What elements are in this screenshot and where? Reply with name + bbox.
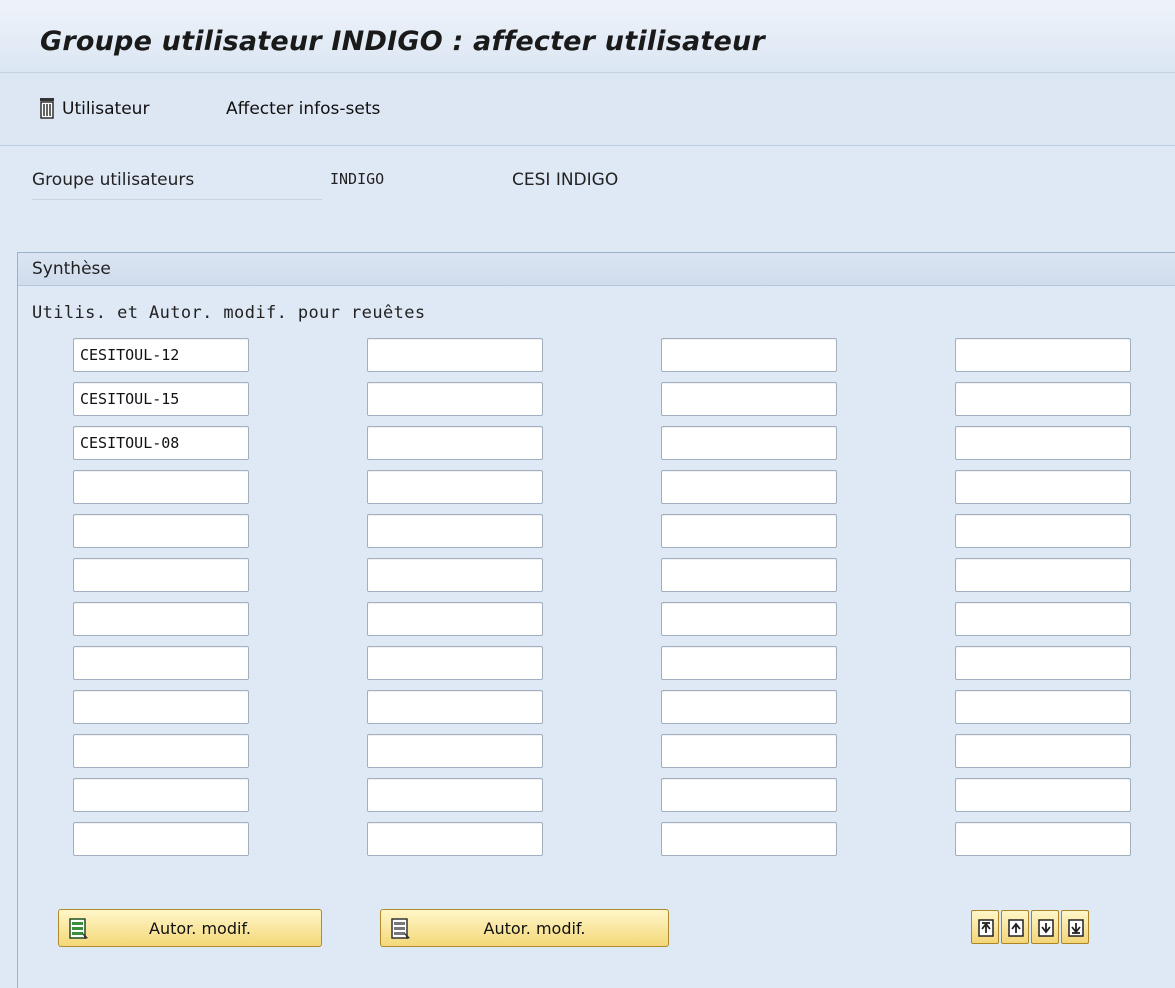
user-input-cell[interactable]: CESITOUL-08 — [73, 426, 249, 460]
user-input-cell[interactable] — [661, 734, 837, 768]
group-header: Groupe utilisateurs INDIGO CESI INDIGO — [0, 170, 1175, 210]
user-input-cell[interactable] — [955, 778, 1131, 812]
user-input-cell[interactable] — [367, 822, 543, 856]
user-input-cell[interactable] — [73, 822, 249, 856]
user-input-cell[interactable] — [73, 646, 249, 680]
user-input-cell[interactable] — [955, 822, 1131, 856]
user-button-label: Utilisateur — [62, 99, 150, 119]
change-auth-button-2[interactable]: Autor. modif. — [380, 909, 669, 947]
user-input-cell[interactable] — [73, 734, 249, 768]
user-input-cell[interactable] — [955, 382, 1131, 416]
user-input-cell[interactable] — [955, 338, 1131, 372]
user-input-cell[interactable] — [73, 470, 249, 504]
user-input-cell[interactable] — [661, 338, 837, 372]
user-input-cell[interactable] — [73, 558, 249, 592]
user-input-cell[interactable] — [955, 470, 1131, 504]
user-input-cell[interactable]: CESITOUL-12 — [73, 338, 249, 372]
change-auth-button-2-label: Autor. modif. — [483, 919, 586, 938]
user-input-cell[interactable] — [661, 426, 837, 460]
user-input-cell[interactable] — [367, 426, 543, 460]
user-input-cell[interactable] — [661, 690, 837, 724]
last-page-button[interactable] — [1061, 910, 1089, 944]
user-input-cell[interactable] — [367, 470, 543, 504]
user-input-cell[interactable] — [955, 690, 1131, 724]
user-input-cell[interactable] — [661, 382, 837, 416]
user-input-cell[interactable] — [367, 602, 543, 636]
group-label: Groupe utilisateurs — [32, 170, 322, 200]
user-input-cell[interactable] — [955, 646, 1131, 680]
user-input-cell[interactable] — [367, 382, 543, 416]
user-button[interactable]: Utilisateur — [38, 97, 149, 121]
user-input-cell[interactable] — [73, 778, 249, 812]
change-auth-button-1[interactable]: Autor. modif. — [58, 909, 322, 947]
user-input-cell[interactable] — [73, 602, 249, 636]
trash-icon — [38, 97, 56, 126]
first-page-button[interactable] — [971, 910, 999, 944]
change-auth-button-1-label: Autor. modif. — [149, 919, 251, 938]
assign-infosets-button[interactable]: Affecter infos-sets — [226, 97, 380, 121]
user-input-cell[interactable] — [955, 602, 1131, 636]
user-input-cell[interactable] — [661, 646, 837, 680]
user-input-cell[interactable] — [367, 778, 543, 812]
user-input-cell[interactable] — [367, 558, 543, 592]
user-input-cell[interactable] — [661, 602, 837, 636]
user-input-cell[interactable] — [955, 514, 1131, 548]
user-input-cell[interactable] — [367, 338, 543, 372]
page-title: Groupe utilisateur INDIGO : affecter uti… — [40, 26, 765, 57]
title-bar: Groupe utilisateur INDIGO : affecter uti… — [0, 0, 1175, 73]
application-toolbar: Utilisateur Affecter infos-sets — [0, 73, 1175, 146]
user-input-cell[interactable] — [661, 514, 837, 548]
user-input-cell[interactable] — [955, 734, 1131, 768]
group-code: INDIGO — [330, 170, 385, 188]
user-input-cell[interactable] — [73, 690, 249, 724]
users-column-label: Utilis. et Autor. modif. pour reuêtes — [32, 303, 426, 323]
user-input-cell[interactable] — [73, 514, 249, 548]
user-input-cell[interactable] — [955, 558, 1131, 592]
previous-page-button[interactable] — [1001, 910, 1029, 944]
user-input-cell[interactable] — [367, 690, 543, 724]
user-input-cell[interactable] — [367, 734, 543, 768]
user-input-cell[interactable] — [955, 426, 1131, 460]
next-page-button[interactable] — [1031, 910, 1059, 944]
user-input-cell[interactable] — [661, 470, 837, 504]
panel-title: Synthèse — [18, 253, 1175, 286]
user-input-cell[interactable] — [367, 646, 543, 680]
user-input-cell[interactable] — [367, 514, 543, 548]
user-input-cell[interactable] — [661, 558, 837, 592]
synthesis-panel: Synthèse Utilis. et Autor. modif. pour r… — [17, 252, 1175, 988]
user-input-cell[interactable] — [661, 778, 837, 812]
user-input-cell[interactable]: CESITOUL-15 — [73, 382, 249, 416]
user-input-cell[interactable] — [661, 822, 837, 856]
group-description: CESI INDIGO — [512, 170, 619, 190]
